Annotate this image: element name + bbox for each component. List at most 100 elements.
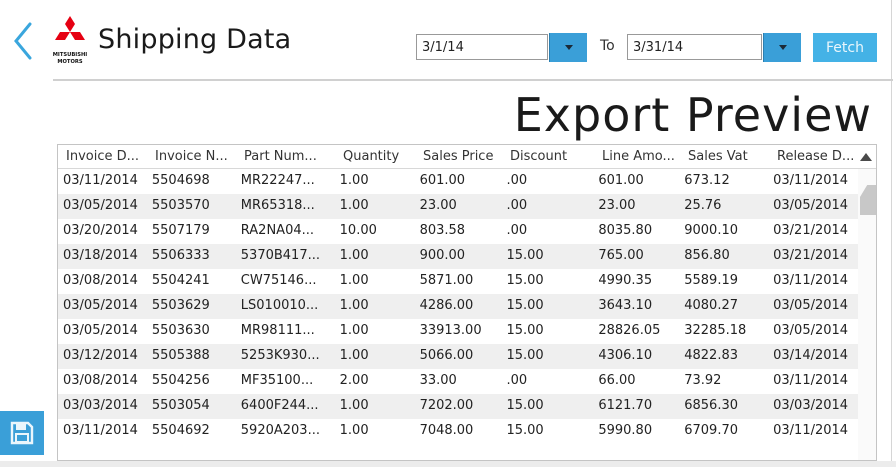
column-header-quantity[interactable]: Quantity [335, 145, 415, 168]
cell-invoice-number: 5506333 [151, 248, 210, 263]
cell-sales-vat: 4822.83 [684, 348, 738, 363]
logo-wordmark-bottom: MOTORS [57, 59, 83, 65]
fetch-button[interactable]: Fetch [813, 33, 877, 62]
cell-invoice-number: 5503629 [151, 298, 210, 313]
cell-line-amount: 3643.10 [598, 298, 653, 313]
cell-sales-price: 7202.00 [419, 398, 474, 413]
cell-line-amount: 4306.10 [598, 348, 653, 363]
table-row[interactable]: 03/05/2014 5503570 MR65318... 1.00 23.00 .00 2… [58, 194, 860, 219]
floppy-disk-icon [10, 421, 34, 445]
cell-quantity: 1.00 [339, 298, 369, 313]
cell-line-amount: 66.00 [598, 373, 636, 388]
shipping-data-grid[interactable]: Invoice D... Invoice N... Part Num... Qu… [57, 144, 877, 461]
table-row[interactable]: 03/18/2014 5506333 5370B417... 1.00 900.00 15… [58, 244, 860, 269]
save-button[interactable] [0, 411, 44, 455]
cell-invoice-number: 5503630 [151, 323, 210, 338]
cell-sales-price: 5871.00 [419, 273, 474, 288]
column-header-sales-vat[interactable]: Sales Vat [680, 145, 769, 168]
cell-line-amount: 601.00 [598, 173, 644, 188]
chevron-left-icon [14, 22, 32, 60]
cell-release-date: 03/11/2014 [773, 173, 849, 188]
cell-quantity: 2.00 [339, 373, 369, 388]
three-diamonds-icon: MITSUBISHI MOTORS [53, 16, 87, 65]
cell-sales-vat: 9000.10 [684, 223, 738, 238]
cell-sales-price: 5066.00 [419, 348, 474, 363]
column-header-line-amount[interactable]: Line Amo... [594, 145, 680, 168]
cell-discount: .00 [506, 373, 528, 388]
cell-quantity: 10.00 [339, 223, 377, 238]
cell-invoice-number: 5505388 [151, 348, 210, 363]
column-header-invoice-number[interactable]: Invoice N... [147, 145, 236, 168]
cell-line-amount: 6121.70 [598, 398, 653, 413]
export-preview-title: Export Preview [513, 88, 872, 142]
cell-release-date: 03/21/2014 [773, 248, 849, 263]
to-date-dropdown-button[interactable] [763, 33, 801, 62]
grid-header-row: Invoice D... Invoice N... Part Num... Qu… [58, 145, 876, 169]
cell-discount: 15.00 [506, 298, 544, 313]
cell-invoice-number: 5504698 [151, 173, 210, 188]
cell-part-number: 5920A203... [240, 423, 320, 438]
cell-quantity: 1.00 [339, 173, 369, 188]
cell-quantity: 1.00 [339, 198, 369, 213]
table-row[interactable]: 03/11/2014 5504692 5920A203... 1.00 7048.00 1… [58, 419, 860, 444]
cell-sales-vat: 6856.30 [684, 398, 738, 413]
cell-invoice-number: 5507179 [151, 223, 210, 238]
cell-release-date: 03/05/2014 [773, 323, 849, 338]
cell-release-date: 03/11/2014 [773, 423, 849, 438]
cell-invoice-date: 03/12/2014 [63, 348, 138, 363]
cell-quantity: 1.00 [339, 323, 369, 338]
cell-release-date: 03/03/2014 [773, 398, 849, 413]
back-button[interactable] [8, 20, 38, 62]
cell-part-number: 5253K930... [240, 348, 320, 363]
to-date-input[interactable] [627, 34, 762, 60]
table-row[interactable]: 03/08/2014 5504241 CW75146... 1.00 5871.00 15… [58, 269, 860, 294]
cell-quantity: 1.00 [339, 348, 369, 363]
table-row[interactable]: 03/12/2014 5505388 5253K930... 1.00 5066.00 1… [58, 344, 860, 369]
cell-invoice-date: 03/08/2014 [63, 373, 138, 388]
cell-release-date: 03/14/2014 [773, 348, 849, 363]
cell-release-date: 03/11/2014 [773, 273, 849, 288]
table-row[interactable]: 03/20/2014 5507179 RA2NA04... 10.00 803.58 .0… [58, 219, 860, 244]
cell-sales-price: 601.00 [419, 173, 466, 188]
cell-discount: 15.00 [506, 398, 544, 413]
cell-invoice-date: 03/08/2014 [63, 273, 138, 288]
cell-part-number: MF35100... [240, 373, 314, 388]
cell-discount: 15.00 [506, 273, 544, 288]
scroll-up-arrow-icon[interactable] [860, 153, 872, 161]
column-header-invoice-date[interactable]: Invoice D... [58, 145, 147, 168]
grid-body: 03/11/2014 5504698 MR22247... 1.00 601.00 .00… [58, 169, 860, 444]
cell-invoice-number: 5504256 [151, 373, 210, 388]
from-date-input[interactable] [416, 34, 548, 60]
cell-quantity: 1.00 [339, 398, 369, 413]
table-row[interactable]: 03/05/2014 5503630 MR98111... 1.00 33913.00 1… [58, 319, 860, 344]
column-header-release-date[interactable]: Release D... [769, 145, 861, 168]
cell-sales-vat: 73.92 [684, 373, 722, 388]
table-row[interactable]: 03/11/2014 5504698 MR22247... 1.00 601.00 .00… [58, 169, 860, 194]
cell-invoice-number: 5503570 [151, 198, 210, 213]
column-header-discount[interactable]: Discount [502, 145, 594, 168]
app-title: Shipping Data [98, 24, 292, 55]
table-row[interactable]: 03/08/2014 5504256 MF35100... 2.00 33.00 .00 6… [58, 369, 860, 394]
from-date-dropdown-button[interactable] [549, 33, 587, 62]
cell-invoice-number: 5503054 [151, 398, 210, 413]
cell-discount: 15.00 [506, 248, 544, 263]
cell-invoice-number: 5504241 [151, 273, 210, 288]
cell-sales-price: 803.58 [419, 223, 466, 238]
cell-sales-price: 33.00 [419, 373, 457, 388]
cell-line-amount: 8035.80 [598, 223, 653, 238]
table-row[interactable]: 03/05/2014 5503629 LS010010... 1.00 4286.00 1… [58, 294, 860, 319]
column-header-sales-price[interactable]: Sales Price [415, 145, 502, 168]
cell-discount: .00 [506, 223, 528, 238]
column-header-part-number[interactable]: Part Num... [236, 145, 335, 168]
cell-part-number: 5370B417... [240, 248, 320, 263]
cell-sales-vat: 5589.19 [684, 273, 738, 288]
mitsubishi-logo: MITSUBISHI MOTORS [50, 16, 90, 68]
cell-release-date: 03/05/2014 [773, 198, 849, 213]
table-row[interactable]: 03/03/2014 5503054 6400F244... 1.00 7202.00 1… [58, 394, 860, 419]
cell-sales-vat: 673.12 [684, 173, 730, 188]
cell-invoice-date: 03/11/2014 [63, 173, 138, 188]
caret-down-icon [778, 45, 787, 50]
cell-quantity: 1.00 [339, 248, 369, 263]
cell-sales-vat: 32285.18 [684, 323, 747, 338]
caret-down-icon [564, 45, 573, 50]
